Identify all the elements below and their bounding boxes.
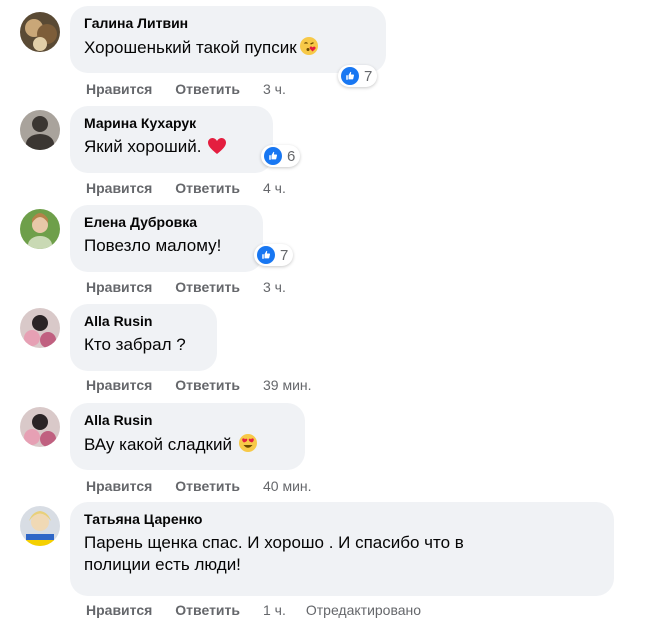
- comment-text: Повезло малому!: [84, 236, 222, 255]
- comment-author[interactable]: Alla Rusin: [84, 312, 203, 330]
- comment-author[interactable]: Татьяна Царенко: [84, 510, 600, 528]
- comment-time[interactable]: 3 ч.: [263, 278, 286, 296]
- comment-time[interactable]: 40 мин.: [263, 477, 312, 495]
- like-icon: [341, 67, 359, 85]
- comment-bubble: Alla Rusin ВАу какой сладкий: [70, 403, 305, 470]
- comment-actions: Нравится Ответить 4 ч.: [86, 179, 306, 197]
- comment-author[interactable]: Елена Дубровка: [84, 213, 249, 231]
- like-button[interactable]: Нравится: [86, 477, 152, 495]
- heart-eyes-emoji-icon: [238, 433, 258, 459]
- comment-text-line: полиции есть люди!: [84, 555, 241, 574]
- reaction-count: 6: [287, 147, 296, 165]
- comment-author[interactable]: Alla Rusin: [84, 411, 291, 429]
- comment-time[interactable]: 1 ч.: [263, 601, 286, 619]
- reply-button[interactable]: Ответить: [175, 278, 240, 296]
- avatar[interactable]: [20, 209, 60, 249]
- reply-button[interactable]: Ответить: [175, 376, 240, 394]
- reaction-count: 7: [364, 67, 373, 85]
- reaction-count-pill[interactable]: 7: [338, 65, 378, 87]
- comment-text: Хорошенький такой пупсик: [84, 36, 372, 62]
- comment-text: Кто забрал ?: [84, 335, 186, 354]
- like-button[interactable]: Нравится: [86, 278, 152, 296]
- avatar[interactable]: [20, 407, 60, 447]
- comment-bubble: Alla Rusin Кто забрал ?: [70, 304, 217, 371]
- comment-bubble: Галина Литвин Хорошенький такой пупсик: [70, 6, 386, 73]
- red-heart-emoji-icon: [207, 137, 227, 161]
- comment-bubble: Татьяна Царенко Парень щенка спас. И хор…: [70, 502, 614, 596]
- comment-actions: Нравится Ответить 39 мин.: [86, 376, 332, 394]
- avatar[interactable]: [20, 506, 60, 546]
- comment-actions: Нравится Ответить 1 ч. Отредактировано: [86, 601, 421, 619]
- reply-button[interactable]: Ответить: [175, 477, 240, 495]
- like-button[interactable]: Нравится: [86, 376, 152, 394]
- reply-button[interactable]: Ответить: [175, 601, 240, 619]
- avatar[interactable]: [20, 12, 60, 52]
- comment-text-content: ВАу какой сладкий: [84, 435, 232, 454]
- comment-time[interactable]: 4 ч.: [263, 179, 286, 197]
- comment-text-content: Який хороший.: [84, 137, 202, 156]
- comment-author[interactable]: Галина Литвин: [84, 14, 372, 32]
- like-icon: [257, 246, 275, 264]
- comment-actions: Нравится Ответить 40 мин.: [86, 477, 332, 495]
- comment-text: Парень щенка спас. И хорошо . И спасибо …: [84, 532, 600, 576]
- comment-bubble: Марина Кухарук Який хороший.: [70, 106, 273, 173]
- comment-time[interactable]: 3 ч.: [263, 80, 286, 98]
- comment-text: Який хороший.: [84, 136, 259, 161]
- like-button[interactable]: Нравится: [86, 179, 152, 197]
- reaction-count: 7: [280, 246, 289, 264]
- comment-time[interactable]: 39 мин.: [263, 376, 312, 394]
- avatar[interactable]: [20, 308, 60, 348]
- comment-author[interactable]: Марина Кухарук: [84, 114, 259, 132]
- reaction-count-pill[interactable]: 7: [254, 244, 294, 266]
- edited-label: Отредактировано: [305, 602, 422, 618]
- comment-text-content: Хорошенький такой пупсик: [84, 38, 297, 57]
- like-icon: [264, 147, 282, 165]
- comment-text: ВАу какой сладкий: [84, 433, 291, 459]
- reaction-count-pill[interactable]: 6: [261, 145, 301, 167]
- kissing-face-emoji-icon: [299, 36, 319, 62]
- reply-button[interactable]: Ответить: [175, 80, 240, 98]
- like-button[interactable]: Нравится: [86, 601, 152, 619]
- reply-button[interactable]: Ответить: [175, 179, 240, 197]
- comment-actions: Нравится Ответить 3 ч.: [86, 80, 306, 98]
- like-button[interactable]: Нравится: [86, 80, 152, 98]
- comment-actions: Нравится Ответить 3 ч.: [86, 278, 306, 296]
- comment-bubble: Елена Дубровка Повезло малому!: [70, 205, 263, 272]
- avatar[interactable]: [20, 110, 60, 150]
- comment-text-line: Парень щенка спас. И хорошо . И спасибо …: [84, 533, 464, 552]
